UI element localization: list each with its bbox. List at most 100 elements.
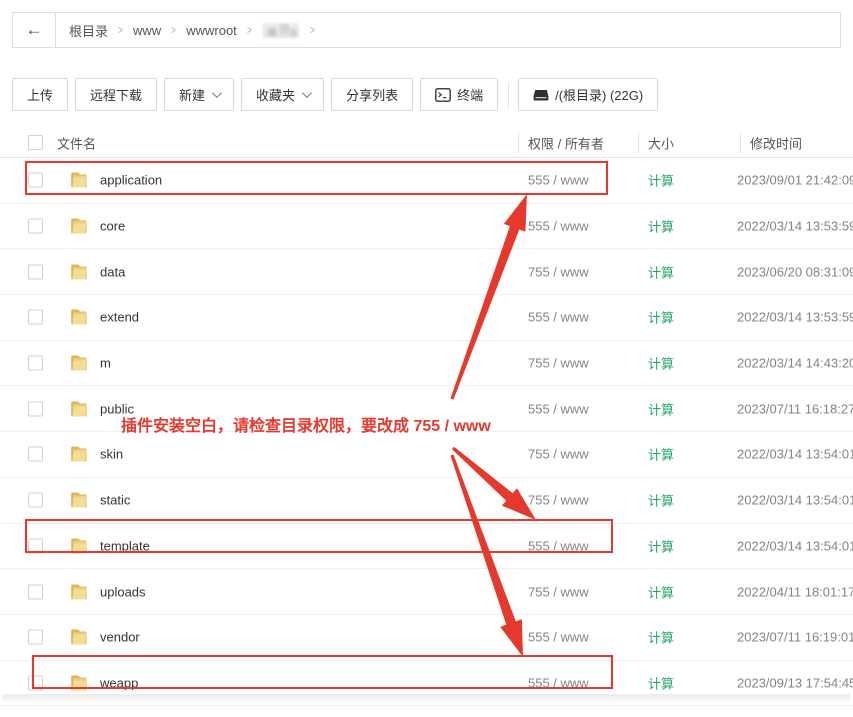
file-permission-owner: 755 / www xyxy=(528,584,589,599)
file-name[interactable]: data xyxy=(100,264,125,279)
disk-root-label: /(根目录) (22G) xyxy=(555,85,643,104)
file-mtime: 2022/03/14 13:54:01 xyxy=(737,447,853,462)
remote-download-label: 远程下载 xyxy=(90,85,142,104)
size-calculate-link[interactable]: 计算 xyxy=(648,628,674,647)
file-permission-owner: 555 / www xyxy=(528,310,589,325)
folder-icon xyxy=(69,583,89,601)
new-dropdown-button[interactable]: 新建 xyxy=(164,78,234,111)
size-calculate-link[interactable]: 计算 xyxy=(648,262,674,281)
horizontal-scrollbar[interactable] xyxy=(2,694,851,701)
file-permission-owner: 555 / www xyxy=(528,401,589,416)
annotation-note: 插件安装空白，请检查目录权限，要改成 755 / www xyxy=(121,412,491,436)
remote-download-button[interactable]: 远程下载 xyxy=(75,78,157,111)
chevron-down-icon xyxy=(212,88,222,98)
terminal-button[interactable]: 终端 xyxy=(420,78,498,111)
file-name[interactable]: m xyxy=(100,356,111,371)
table-row[interactable]: data 755 / www 计算 2023/06/20 08:31:09 xyxy=(0,249,853,295)
table-row[interactable]: uploads 755 / www 计算 2022/04/11 18:01:17 xyxy=(0,569,853,615)
size-calculate-link[interactable]: 计算 xyxy=(648,217,674,236)
breadcrumb-separator-icon: > xyxy=(118,23,123,37)
table-row[interactable]: m 755 / www 计算 2022/03/14 14:43:20 xyxy=(0,341,853,387)
file-mtime: 2023/06/20 08:31:09 xyxy=(737,264,853,279)
folder-icon xyxy=(69,308,89,326)
file-name[interactable]: core xyxy=(100,219,125,234)
file-name[interactable]: static xyxy=(100,493,130,508)
terminal-label: 终端 xyxy=(457,85,483,104)
file-mtime: 2022/03/14 13:53:59 xyxy=(737,219,853,234)
row-checkbox[interactable] xyxy=(28,356,43,371)
file-mtime: 2023/07/11 16:18:27 xyxy=(737,401,853,416)
table-row[interactable]: core 555 / www 计算 2022/03/14 13:53:59 xyxy=(0,204,853,250)
header-mtime[interactable]: 修改时间 xyxy=(750,134,802,153)
folder-icon xyxy=(69,400,89,418)
file-mtime: 2022/03/14 13:54:01 xyxy=(737,493,853,508)
annotation-highlight-box xyxy=(25,161,608,195)
disk-root-button[interactable]: /(根目录) (22G) xyxy=(518,78,658,111)
favorites-dropdown-button[interactable]: 收藏夹 xyxy=(241,78,324,111)
upload-label: 上传 xyxy=(27,85,53,104)
file-mtime: 2023/09/01 21:42:09 xyxy=(737,173,853,188)
breadcrumb-item-wwwroot[interactable]: wwwroot xyxy=(186,23,237,38)
file-permission-owner: 755 / www xyxy=(528,356,589,371)
column-divider xyxy=(518,133,519,153)
file-mtime: 2022/04/11 18:01:17 xyxy=(737,584,853,599)
size-calculate-link[interactable]: 计算 xyxy=(648,445,674,464)
folder-icon xyxy=(69,491,89,509)
column-divider xyxy=(740,133,741,153)
table-row[interactable]: static 755 / www 计算 2022/03/14 13:54:01 xyxy=(0,478,853,524)
select-all-checkbox[interactable] xyxy=(28,135,43,150)
size-calculate-link[interactable]: 计算 xyxy=(648,536,674,555)
size-calculate-link[interactable]: 计算 xyxy=(648,582,674,601)
size-calculate-link[interactable]: 计算 xyxy=(648,399,674,418)
file-name[interactable]: vendor xyxy=(100,630,140,645)
file-mtime: 2023/09/13 17:54:45 xyxy=(737,675,853,690)
header-size[interactable]: 大小 xyxy=(648,134,674,153)
table-row[interactable]: extend 555 / www 计算 2022/03/14 13:53:59 xyxy=(0,295,853,341)
row-checkbox[interactable] xyxy=(28,493,43,508)
row-checkbox[interactable] xyxy=(28,219,43,234)
file-name[interactable]: extend xyxy=(100,310,139,325)
breadcrumb: ← 根目录 > www > wwwroot > > xyxy=(12,12,841,48)
table-row[interactable]: vendor 555 / www 计算 2023/07/11 16:19:01 xyxy=(0,615,853,661)
size-calculate-link[interactable]: 计算 xyxy=(648,354,674,373)
new-label: 新建 xyxy=(179,85,205,104)
hard-drive-icon xyxy=(533,88,549,102)
folder-icon xyxy=(69,445,89,463)
table-header: 文件名 权限 / 所有者 大小 修改时间 xyxy=(0,129,853,158)
file-permission-owner: 755 / www xyxy=(528,447,589,462)
row-checkbox[interactable] xyxy=(28,630,43,645)
upload-button[interactable]: 上传 xyxy=(12,78,68,111)
folder-icon xyxy=(69,217,89,235)
toolbar: 上传 远程下载 新建 收藏夹 分享列表 终端 xyxy=(12,78,665,111)
size-calculate-link[interactable]: 计算 xyxy=(648,491,674,510)
breadcrumb-item-www[interactable]: www xyxy=(133,23,161,38)
breadcrumb-item-redacted[interactable] xyxy=(263,23,299,38)
share-list-label: 分享列表 xyxy=(346,85,398,104)
share-list-button[interactable]: 分享列表 xyxy=(331,78,413,111)
favorites-label: 收藏夹 xyxy=(256,85,295,104)
file-name[interactable]: uploads xyxy=(100,584,146,599)
row-checkbox[interactable] xyxy=(28,401,43,416)
size-calculate-link[interactable]: 计算 xyxy=(648,171,674,190)
toolbar-divider xyxy=(508,82,509,108)
file-permission-owner: 755 / www xyxy=(528,264,589,279)
file-name[interactable]: skin xyxy=(100,447,123,462)
row-checkbox[interactable] xyxy=(28,584,43,599)
back-button[interactable]: ← xyxy=(13,13,56,47)
breadcrumb-item-root[interactable]: 根目录 xyxy=(69,21,108,40)
back-arrow-icon: ← xyxy=(26,20,43,40)
breadcrumb-separator-icon: > xyxy=(310,23,315,37)
size-calculate-link[interactable]: 计算 xyxy=(648,308,674,327)
breadcrumb-path: 根目录 > www > wwwroot > > xyxy=(56,13,325,47)
size-calculate-link[interactable]: 计算 xyxy=(648,673,674,692)
table-row[interactable]: skin 755 / www 计算 2022/03/14 13:54:01 xyxy=(0,432,853,478)
file-mtime: 2022/03/14 13:54:01 xyxy=(737,538,853,553)
file-mtime: 2023/07/11 16:19:01 xyxy=(737,630,853,645)
header-file-name[interactable]: 文件名 xyxy=(57,134,96,153)
row-checkbox[interactable] xyxy=(28,310,43,325)
row-checkbox[interactable] xyxy=(28,447,43,462)
header-permission-owner[interactable]: 权限 / 所有者 xyxy=(528,134,604,153)
annotation-highlight-box xyxy=(32,655,613,689)
row-checkbox[interactable] xyxy=(28,264,43,279)
file-permission-owner: 555 / www xyxy=(528,630,589,645)
